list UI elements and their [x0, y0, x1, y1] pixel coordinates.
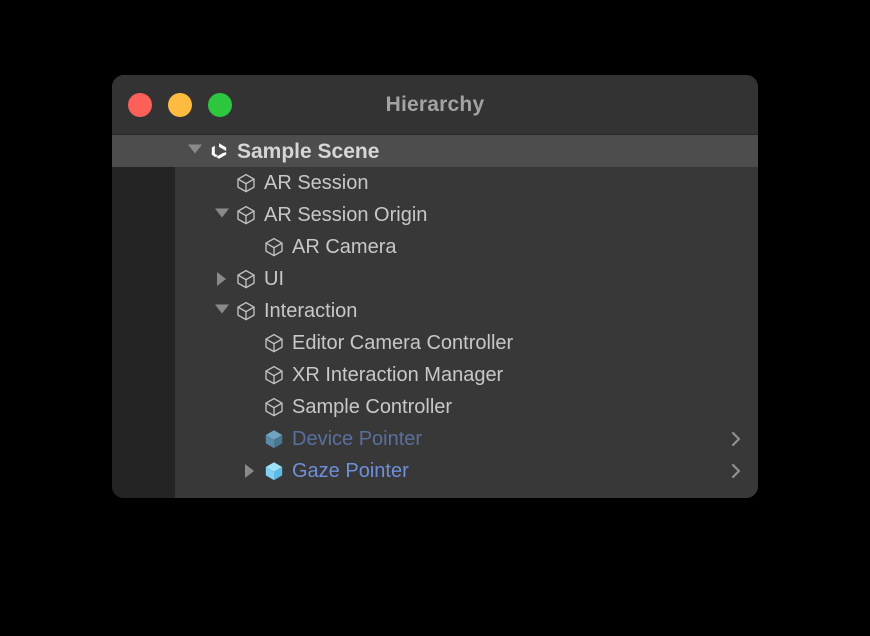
tree-row[interactable]: AR Camera: [112, 231, 758, 263]
hierarchy-window: Hierarchy Sample Scene AR Session AR Sessi…: [112, 75, 758, 498]
tree-row[interactable]: Sample Controller: [112, 391, 758, 423]
screenshot-root: Hierarchy Sample Scene AR Session AR Sessi…: [0, 0, 870, 636]
window-controls: [128, 92, 232, 117]
disclosure-triangle-closed-icon[interactable]: [212, 263, 234, 295]
tree-row-label: AR Session: [264, 172, 369, 194]
minimize-button[interactable]: [168, 92, 192, 117]
gameobject-cube-icon: [262, 395, 286, 419]
tree-row-label: Device Pointer: [292, 428, 423, 450]
tree-row-label: AR Camera: [292, 236, 397, 258]
chevron-right-icon[interactable]: [726, 461, 746, 481]
tree-row[interactable]: Gaze Pointer: [112, 455, 758, 487]
tree-row[interactable]: UI: [112, 263, 758, 295]
tree-row-label: Interaction: [264, 300, 358, 322]
gameobject-cube-icon: [234, 267, 258, 291]
unity-scene-icon: [207, 139, 231, 163]
tree-row-list: Sample Scene AR Session AR Session Origin A…: [112, 135, 758, 487]
gameobject-cube-icon: [234, 171, 258, 195]
tree-row-label: Sample Scene: [237, 139, 380, 163]
disclosure-triangle-open-icon[interactable]: [212, 295, 234, 327]
tree-row-label: UI: [264, 268, 284, 290]
tree-row[interactable]: Interaction: [112, 295, 758, 327]
prefab-cube-icon-dim: [262, 427, 286, 451]
gameobject-cube-icon: [262, 331, 286, 355]
disclosure-triangle-open-icon[interactable]: [185, 135, 207, 167]
disclosure-triangle-closed-icon[interactable]: [240, 455, 262, 487]
tree-row[interactable]: XR Interaction Manager: [112, 359, 758, 391]
tree-row-label: Sample Controller: [292, 396, 453, 418]
gameobject-cube-icon: [234, 299, 258, 323]
maximize-button[interactable]: [208, 92, 232, 117]
tree-row[interactable]: Device Pointer: [112, 423, 758, 455]
gameobject-cube-icon: [234, 203, 258, 227]
prefab-cube-icon: [262, 459, 286, 483]
tree-row-label: XR Interaction Manager: [292, 364, 504, 386]
gameobject-cube-icon: [262, 363, 286, 387]
tree-row[interactable]: Sample Scene: [112, 135, 758, 167]
tree-row[interactable]: AR Session Origin: [112, 199, 758, 231]
chevron-right-icon[interactable]: [726, 429, 746, 449]
tree-row-label: AR Session Origin: [264, 204, 428, 226]
hierarchy-tree: Sample Scene AR Session AR Session Origin A…: [112, 135, 758, 498]
window-titlebar: Hierarchy: [112, 75, 758, 135]
tree-row[interactable]: AR Session: [112, 167, 758, 199]
tree-row-label: Editor Camera Controller: [292, 332, 514, 354]
close-button[interactable]: [128, 92, 152, 117]
tree-row-label: Gaze Pointer: [292, 460, 409, 482]
disclosure-triangle-open-icon[interactable]: [212, 199, 234, 231]
tree-row[interactable]: Editor Camera Controller: [112, 327, 758, 359]
gameobject-cube-icon: [262, 235, 286, 259]
